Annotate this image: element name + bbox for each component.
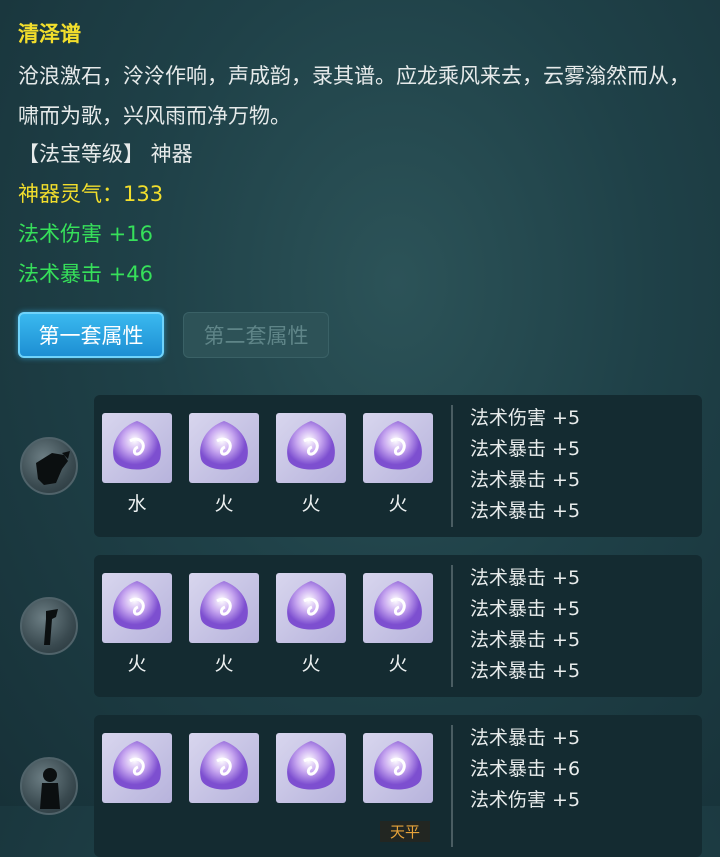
tab-second-set[interactable]: 第二套属性 [183,312,329,358]
set-stats: 法术暴击 +5 法术暴击 +5 法术暴击 +5 法术暴击 +5 [470,563,580,687]
gem-slot[interactable] [102,733,172,803]
item-title: 清泽谱 [18,22,81,46]
set-stat: 法术伤害 +5 [470,789,581,811]
row-divider [451,565,453,687]
gem-set-row: 水 火 火 火 法术伤害 +5 法术暴击 +5 法术暴击 +5 法术暴击 +5 [94,395,702,537]
bonus-magic-crit: 法术暴击 +46 [18,262,153,286]
gem-element: 火 [214,493,234,515]
rod-icon [44,609,58,645]
gem-slot[interactable] [189,733,259,803]
row-divider [451,725,453,847]
gem-element: 火 [127,653,147,675]
shield-pouch-icon [36,451,70,485]
gem-slot[interactable] [276,573,346,643]
gem-slot[interactable] [102,413,172,483]
bonus-magic-damage: 法术伤害 +16 [18,222,153,246]
set-stats: 法术暴击 +5 法术暴击 +6 法术伤害 +5 [470,723,580,816]
gem-slot[interactable] [189,573,259,643]
figure-icon [40,768,60,809]
tab-first-set[interactable]: 第一套属性 [18,312,164,358]
gem-element: 火 [388,653,408,675]
crystal-orb-icon [113,741,161,790]
crystal-orb-icon [200,421,248,470]
gem-element: 火 [301,493,321,515]
set-stat: 法术暴击 +5 [470,660,581,682]
item-grade: 【法宝等级】 神器 [18,142,193,166]
crystal-orb-icon [374,581,422,630]
gem-element: 火 [388,493,408,515]
crystal-orb-icon [113,581,161,630]
set-stat: 法术暴击 +5 [470,598,581,620]
gem-overlay-label: 天平 [380,821,430,842]
gem-slot[interactable] [363,573,433,643]
crystal-orb-icon [287,581,335,630]
gem-element: 火 [214,653,234,675]
crystal-orb-icon [374,741,422,790]
gem-element: 火 [301,653,321,675]
gem-element: 水 [127,493,147,515]
crystal-orb-icon [287,741,335,790]
set-stat: 法术暴击 +5 [470,500,581,522]
gem-slot[interactable] [189,413,259,483]
crystal-orb-icon [113,421,161,470]
set-stat: 法术暴击 +5 [470,438,581,460]
set-stat: 法术暴击 +5 [470,567,581,589]
crystal-orb-icon [374,421,422,470]
gem-slot[interactable] [276,413,346,483]
gem-set-row: 天平 法术暴击 +5 法术暴击 +6 法术伤害 +5 [94,715,702,857]
set-stat: 法术暴击 +5 [470,727,581,749]
gem-set-row: 火 火 火 火 法术暴击 +5 法术暴击 +5 法术暴击 +5 法术暴击 +5 [94,555,702,697]
set-stat: 法术暴击 +6 [470,758,581,780]
item-description: 沧浪激石，泠泠作响，声成韵，录其谱。应龙乘风来去，云雾滃然而从，啸而为歌，兴风雨… [18,64,690,128]
crystal-orb-icon [287,421,335,470]
set-stats: 法术伤害 +5 法术暴击 +5 法术暴击 +5 法术暴击 +5 [470,403,580,527]
row-divider [451,405,453,527]
set-stat: 法术暴击 +5 [470,629,581,651]
gem-slot[interactable] [363,733,433,803]
set-avatar-3[interactable] [20,757,78,815]
crystal-orb-icon [200,581,248,630]
item-aura: 神器灵气：133 [18,182,164,206]
set-stat: 法术暴击 +5 [470,469,581,491]
crystal-orb-icon [200,741,248,790]
set-stat: 法术伤害 +5 [470,407,581,429]
gem-slot[interactable] [276,733,346,803]
gem-slot[interactable] [363,413,433,483]
set-avatar-1[interactable] [20,437,78,495]
set-avatar-2[interactable] [20,597,78,655]
gem-slot[interactable] [102,573,172,643]
